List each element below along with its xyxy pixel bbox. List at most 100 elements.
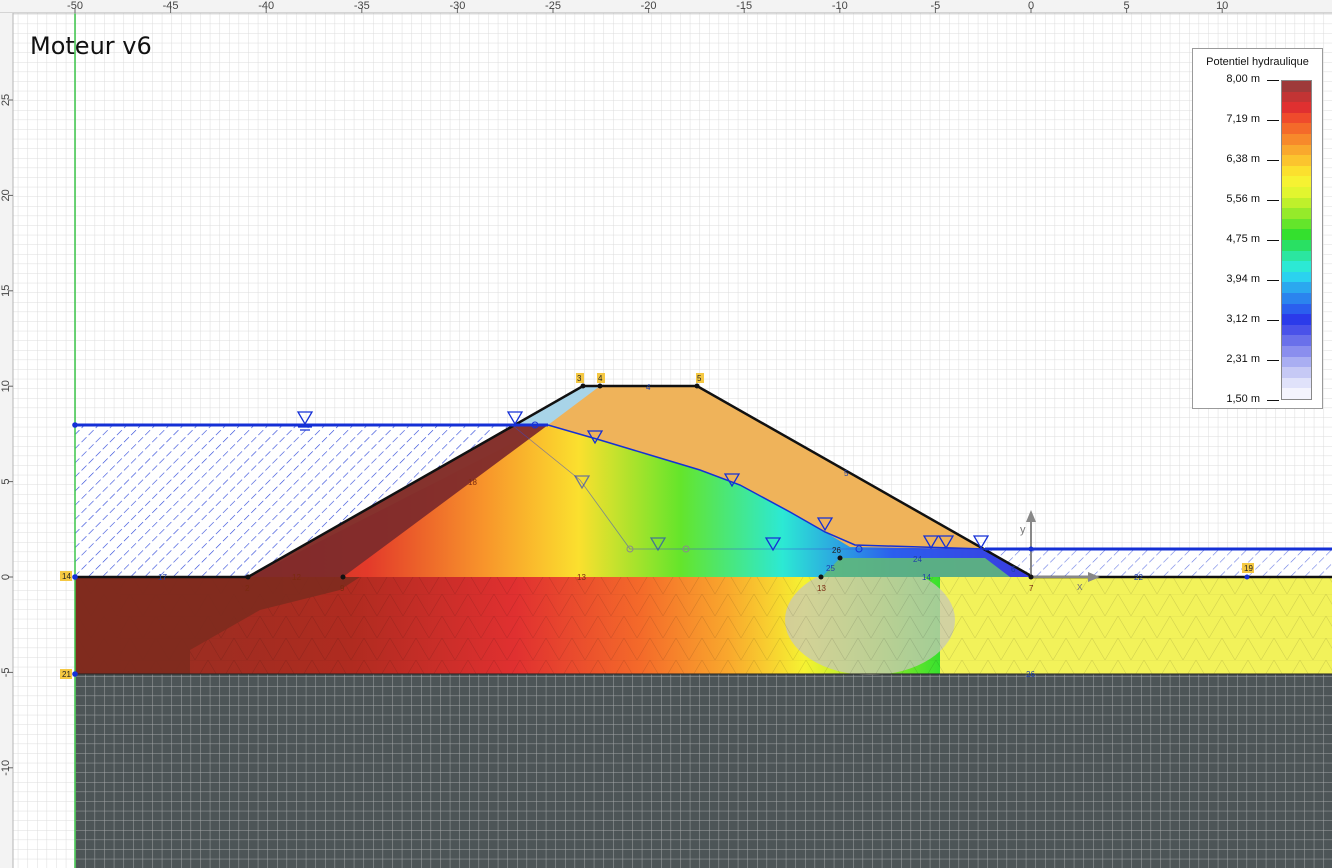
point-label: 14: [922, 573, 931, 582]
legend-color-step: [1282, 303, 1311, 315]
point-label: 3: [577, 374, 582, 383]
x-ruler-label: -45: [163, 0, 179, 12]
x-ruler-label: -50: [67, 0, 83, 12]
legend-color-step: [1282, 314, 1311, 326]
rock-mesh: [75, 674, 1332, 868]
legend-color-step: [1282, 155, 1311, 167]
x-ruler-label: -40: [258, 0, 274, 12]
point-label: 13: [817, 584, 826, 593]
downstream-water-hatch: [985, 549, 1332, 577]
y-ruler-label: 15: [0, 285, 12, 297]
legend-color-step: [1282, 240, 1311, 252]
legend-tick: [1267, 200, 1279, 201]
point-label: 4: [598, 374, 603, 383]
point-label: 21: [62, 670, 71, 679]
top-ruler: -50 -45 -40 -35 -30 -25 -20 -15 -10 -5 0 5 10: [0, 0, 1332, 14]
point-label: 14: [62, 572, 71, 581]
legend-label: 7,19 m: [1226, 113, 1260, 125]
point-label: 5: [844, 469, 849, 478]
legend-label: 3,12 m: [1226, 313, 1260, 325]
legend-color-step: [1282, 197, 1311, 209]
x-ruler-label: 5: [1124, 0, 1130, 12]
x-ruler-label: 10: [1216, 0, 1228, 12]
legend-tick: [1267, 360, 1279, 361]
legend-color-step: [1282, 102, 1311, 114]
legend-color-step: [1282, 356, 1311, 368]
x-ruler-label: -10: [832, 0, 848, 12]
y-ruler-label: 20: [0, 189, 12, 201]
x-ruler-label: -35: [354, 0, 370, 12]
legend-tick: [1267, 240, 1279, 241]
y-ruler-label: 25: [0, 94, 12, 106]
point-label: 5: [697, 374, 702, 383]
legend-label: 3,94 m: [1226, 273, 1260, 285]
point-label: 12: [292, 573, 301, 582]
x-ruler-label: -25: [545, 0, 561, 12]
legend-color-step: [1282, 388, 1311, 400]
point-label: 13: [577, 573, 586, 582]
point-label: 4: [646, 383, 651, 392]
point-label: 17: [158, 573, 167, 582]
y-ruler-label: 5: [0, 479, 12, 485]
legend-color-step: [1282, 134, 1311, 146]
point-label: 22: [1134, 573, 1143, 582]
legend-tick: [1267, 280, 1279, 281]
legend-color-step: [1282, 112, 1311, 124]
point-label: 25: [826, 564, 835, 573]
model-canvas[interactable]: y x 14 21 3 4 5 19 2 12 9 13 7 26 17 18 …: [0, 0, 1332, 868]
x-ruler-label: -15: [736, 0, 752, 12]
legend-color-step: [1282, 176, 1311, 188]
x-ruler-label: -30: [449, 0, 465, 12]
legend-tick: [1267, 400, 1279, 401]
legend-color-step: [1282, 282, 1311, 294]
origin-y-label: y: [1020, 524, 1026, 536]
x-ruler-label: 0: [1028, 0, 1034, 12]
y-ruler-label: 0: [0, 574, 12, 580]
legend-tick: [1267, 120, 1279, 121]
y-ruler-label: 10: [0, 380, 12, 392]
potential-legend[interactable]: Potentiel hydraulique 8,00 m 7,19 m 6,38 m…: [1192, 48, 1323, 409]
x-ruler-label: -5: [931, 0, 941, 12]
legend-color-step: [1282, 123, 1311, 135]
legend-label: 8,00 m: [1226, 73, 1260, 85]
legend-color-step: [1282, 165, 1311, 177]
left-ruler: 25 20 15 10 5 0 -5 -10: [0, 13, 14, 868]
legend-tick: [1267, 80, 1279, 81]
legend-color-step: [1282, 324, 1311, 336]
y-ruler-label: -10: [0, 760, 12, 776]
origin-x-label: x: [1077, 581, 1083, 593]
legend-tick: [1267, 160, 1279, 161]
legend-color-step: [1282, 218, 1311, 230]
legend-label: 2,31 m: [1226, 353, 1260, 365]
legend-color-step: [1282, 229, 1311, 241]
legend-color-step: [1282, 335, 1311, 347]
legend-color-step: [1282, 367, 1311, 379]
legend-label: 1,50 m: [1226, 393, 1260, 405]
point-label: 19: [1244, 564, 1253, 573]
legend-color-bar: [1281, 80, 1312, 400]
legend-color-step: [1282, 261, 1311, 273]
legend-color-step: [1282, 377, 1311, 389]
legend-color-step: [1282, 144, 1311, 156]
legend-label: 6,38 m: [1226, 153, 1260, 165]
legend-color-step: [1282, 271, 1311, 283]
legend-color-step: [1282, 250, 1311, 262]
point-label: 7: [1029, 584, 1034, 593]
legend-color-step: [1282, 208, 1311, 220]
point-label: 6: [1011, 565, 1016, 574]
point-label: 26: [1026, 670, 1035, 679]
point-label: 2: [245, 584, 250, 593]
point-label: 26: [832, 546, 841, 555]
legend-color-step: [1282, 346, 1311, 358]
point-label: 9: [340, 584, 345, 593]
engine-label: Moteur v6: [30, 32, 152, 60]
legend-label: 5,56 m: [1226, 193, 1260, 205]
point-label: 18: [468, 478, 477, 487]
legend-label: 4,75 m: [1226, 233, 1260, 245]
legend-tick: [1267, 320, 1279, 321]
legend-color-step: [1282, 81, 1311, 93]
legend-color-step: [1282, 293, 1311, 305]
point-label: 24: [913, 555, 922, 564]
x-ruler-label: -20: [641, 0, 657, 12]
legend-color-step: [1282, 91, 1311, 103]
